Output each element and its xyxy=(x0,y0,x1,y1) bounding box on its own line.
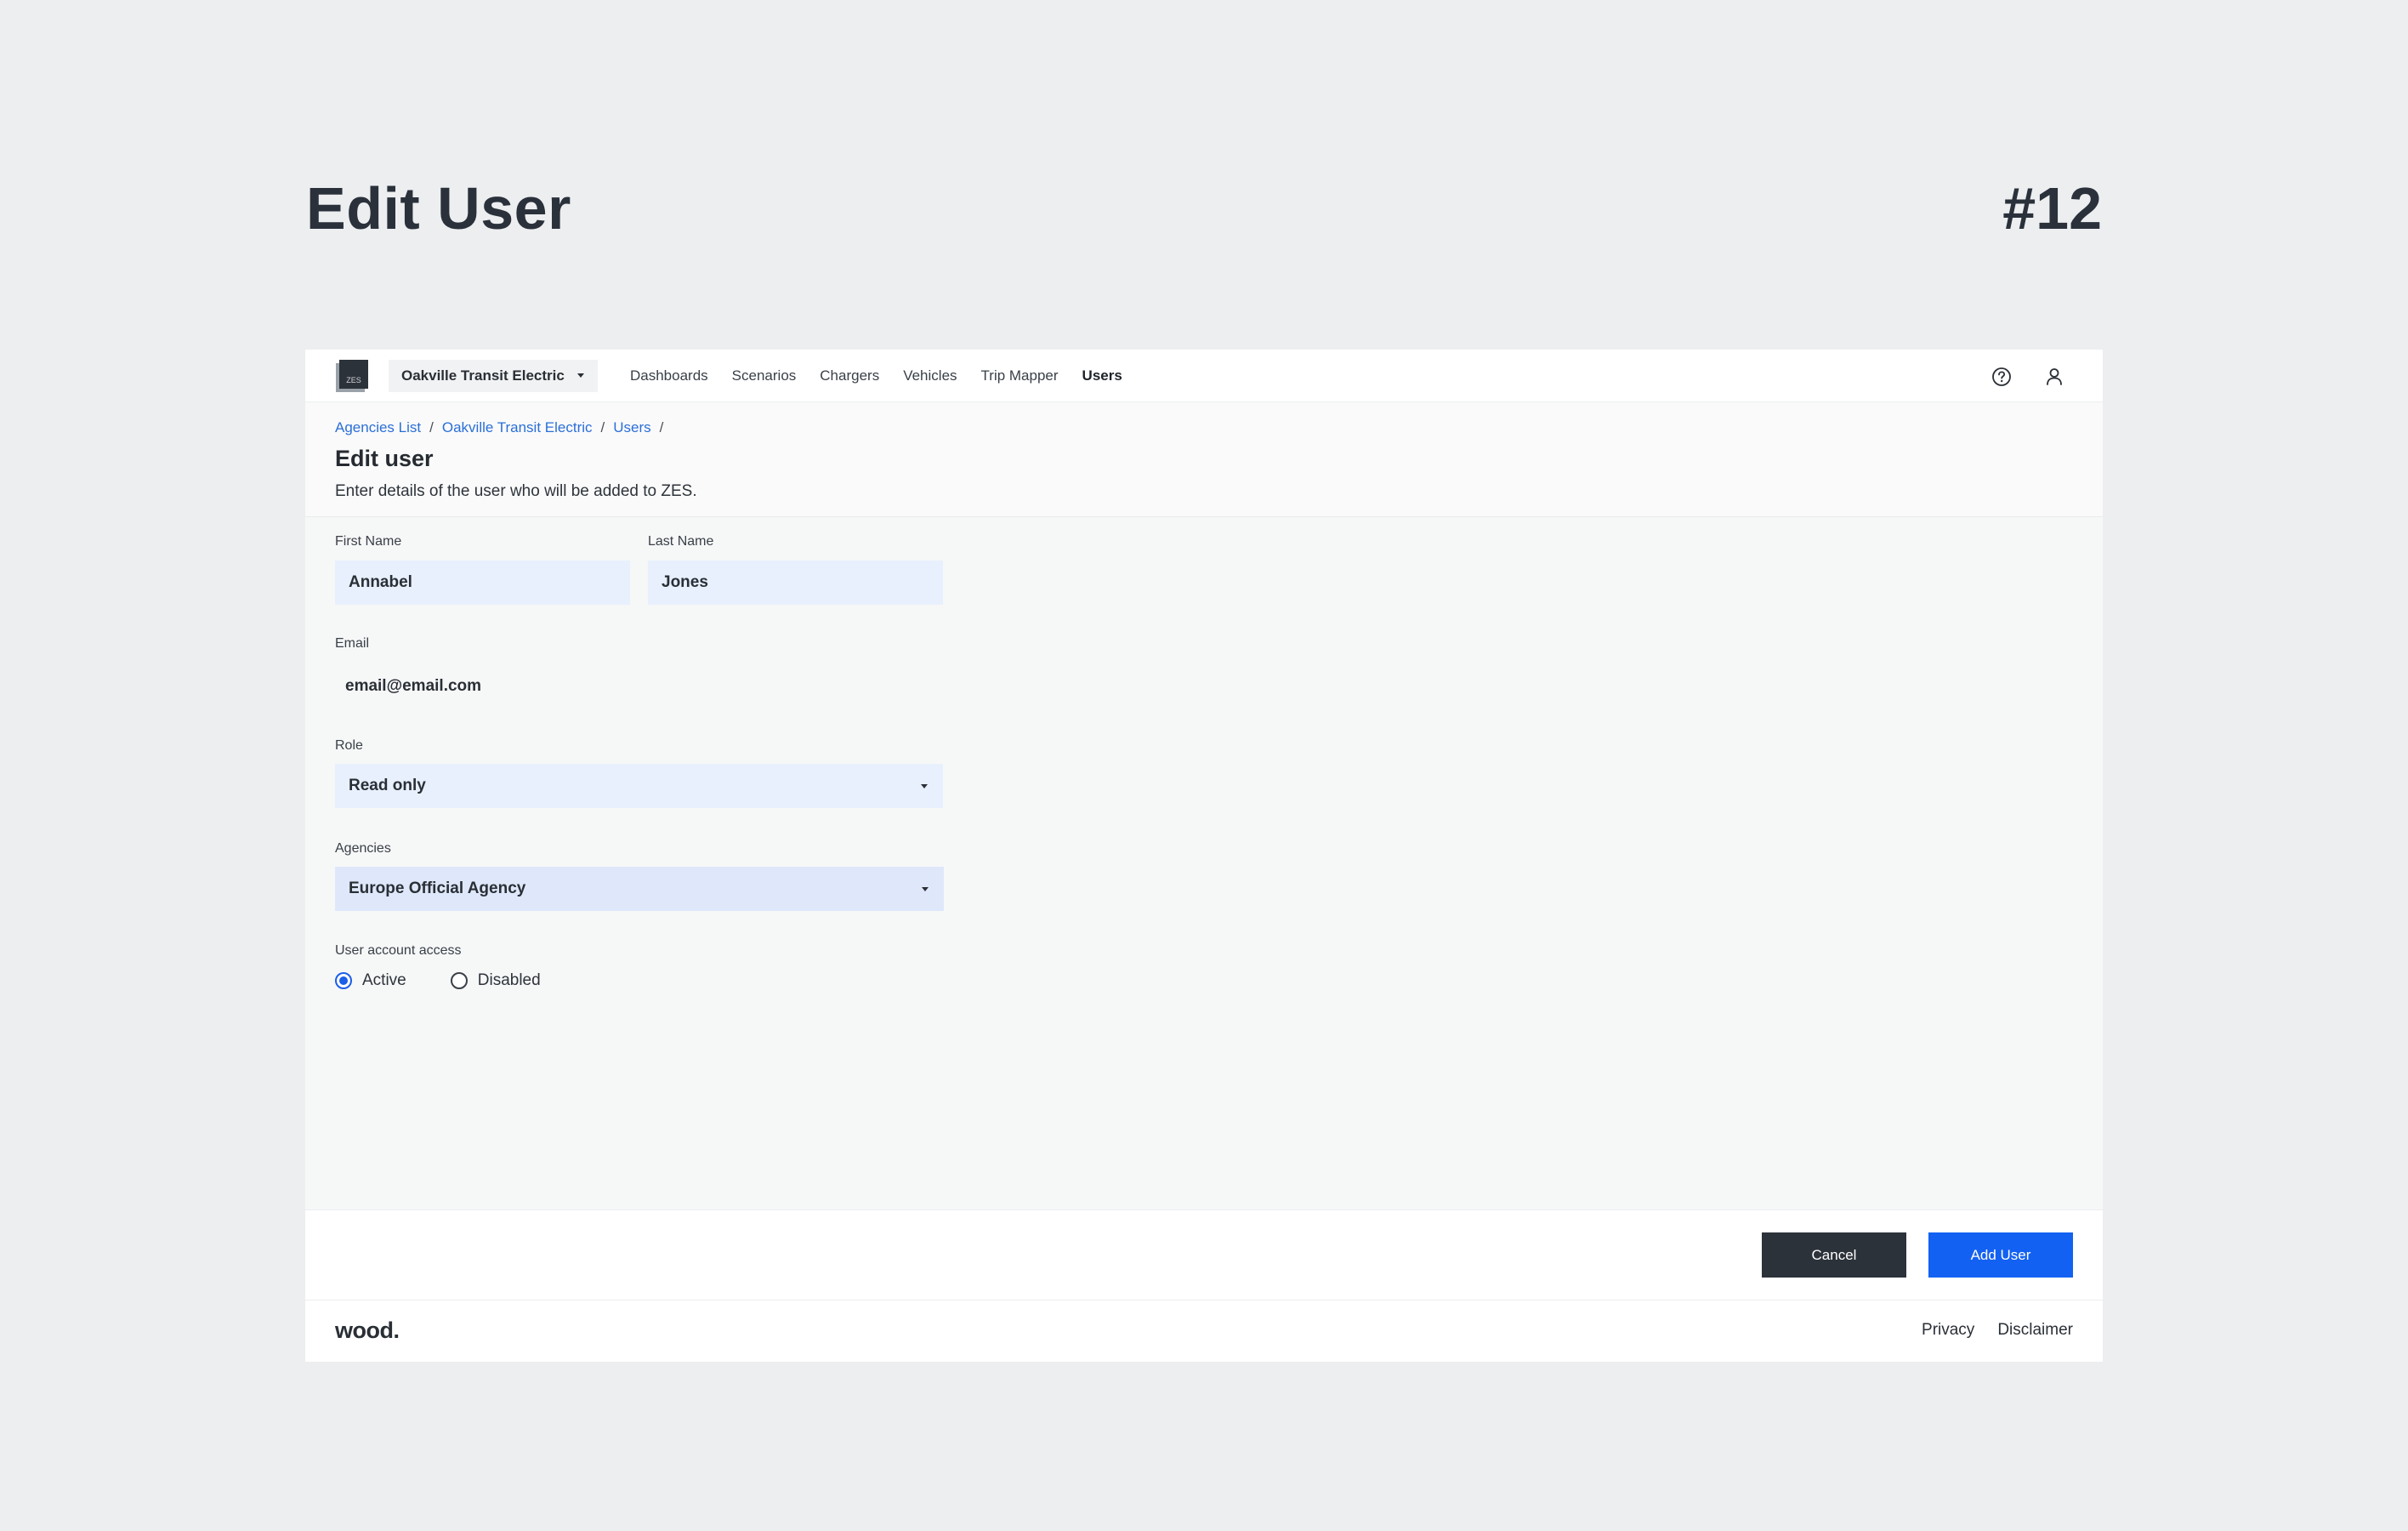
radio-checked-icon xyxy=(335,972,352,989)
footer-links: Privacy Disclaimer xyxy=(1922,1321,2073,1340)
agency-selector-label: Oakville Transit Electric xyxy=(401,367,565,384)
slide-number: #12 xyxy=(2002,175,2102,242)
access-label: User account access xyxy=(335,943,462,958)
first-name-input[interactable]: Annabel xyxy=(335,561,630,605)
breadcrumb-separator: / xyxy=(600,419,605,435)
role-select[interactable]: Read only xyxy=(335,764,943,808)
breadcrumb-agency[interactable]: Oakville Transit Electric xyxy=(442,419,593,436)
cancel-button[interactable]: Cancel xyxy=(1762,1232,1906,1278)
action-bar: Cancel Add User xyxy=(305,1209,2103,1300)
slide-title: Edit User xyxy=(306,175,571,242)
radio-unchecked-icon xyxy=(450,972,468,989)
radio-active-label: Active xyxy=(362,971,406,989)
breadcrumb-separator: / xyxy=(429,419,434,435)
radio-disabled-label: Disabled xyxy=(477,971,541,989)
email-field[interactable]: email@email.com xyxy=(345,677,481,696)
last-name-label: Last Name xyxy=(648,534,714,549)
caret-down-icon xyxy=(921,784,928,788)
agency-selector[interactable]: Oakville Transit Electric xyxy=(389,360,598,392)
add-user-button[interactable]: Add User xyxy=(1928,1232,2073,1278)
page-header: Agencies List / Oakville Transit Electri… xyxy=(305,402,2103,517)
page-title: Edit user xyxy=(335,446,434,471)
last-name-input[interactable]: Jones xyxy=(648,561,943,605)
nav-link-scenarios[interactable]: Scenarios xyxy=(732,367,797,384)
nav-link-vehicles[interactable]: Vehicles xyxy=(903,367,957,384)
agencies-select[interactable]: Europe Official Agency xyxy=(335,867,944,911)
breadcrumb-agencies-list[interactable]: Agencies List xyxy=(335,419,421,436)
top-navigation: ZES Oakville Transit Electric Dashboards… xyxy=(305,350,2103,402)
footer: wood. Privacy Disclaimer xyxy=(305,1300,2103,1362)
breadcrumb: Agencies List / Oakville Transit Electri… xyxy=(335,419,663,436)
agencies-select-value: Europe Official Agency xyxy=(349,879,526,897)
radio-active[interactable]: Active xyxy=(335,971,406,990)
agencies-label: Agencies xyxy=(335,841,391,856)
role-label: Role xyxy=(335,738,363,753)
page-description: Enter details of the user who will be ad… xyxy=(335,482,697,500)
zes-logo-icon[interactable]: ZES xyxy=(336,360,368,392)
privacy-link[interactable]: Privacy xyxy=(1922,1321,1974,1340)
nav-link-chargers[interactable]: Chargers xyxy=(820,367,879,384)
app-frame: ZES Oakville Transit Electric Dashboards… xyxy=(305,350,2103,1362)
radio-disabled[interactable]: Disabled xyxy=(450,971,541,990)
breadcrumb-separator: / xyxy=(659,419,664,435)
help-icon[interactable] xyxy=(1991,366,2013,388)
caret-down-icon xyxy=(922,887,929,891)
caret-down-icon xyxy=(577,373,584,378)
nav-link-dashboards[interactable]: Dashboards xyxy=(630,367,708,384)
nav-link-users[interactable]: Users xyxy=(1082,367,1122,384)
email-label: Email xyxy=(335,636,370,651)
logo-text: ZES xyxy=(339,360,368,389)
disclaimer-link[interactable]: Disclaimer xyxy=(1997,1321,2073,1340)
nav-links: Dashboards Scenarios Chargers Vehicles T… xyxy=(630,350,1122,402)
wood-logo: wood. xyxy=(335,1318,400,1343)
nav-link-trip-mapper[interactable]: Trip Mapper xyxy=(981,367,1059,384)
user-profile-icon[interactable] xyxy=(2043,366,2065,388)
role-select-value: Read only xyxy=(349,777,426,794)
breadcrumb-users[interactable]: Users xyxy=(613,419,650,436)
access-radio-group: Active Disabled xyxy=(335,971,585,990)
first-name-label: First Name xyxy=(335,534,402,549)
